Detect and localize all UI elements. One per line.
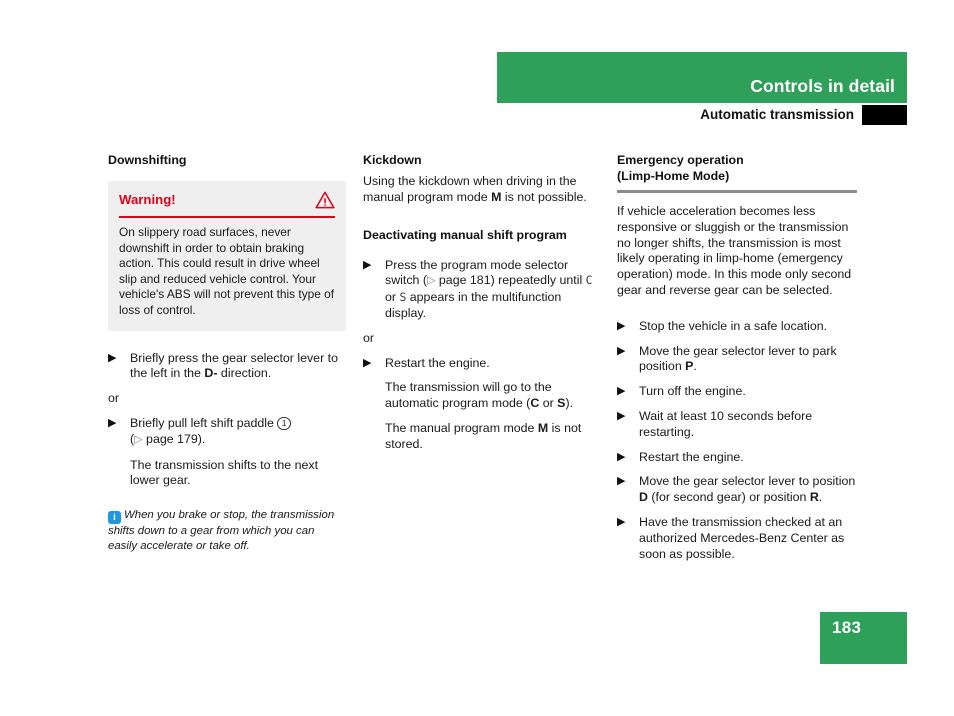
list-item: ▶ Have the transmission checked at an au… <box>617 515 857 562</box>
column-middle: Kickdown Using the kickdown when driving… <box>363 152 603 453</box>
text-fragment: direction. <box>217 366 272 381</box>
list-item-text: Wait at least 10 seconds before restarti… <box>639 408 813 439</box>
list-item: ▶ Turn off the engine. <box>617 384 857 400</box>
info-note-text: When you brake or stop, the transmission… <box>108 509 335 552</box>
bullet-triangle-icon: ▶ <box>617 450 626 463</box>
kickdown-paragraph: Using the kickdown when driving in the m… <box>363 174 603 206</box>
result-text: The transmission shifts to the next lowe… <box>130 457 319 488</box>
result-text: The transmission will go to the automati… <box>363 380 603 412</box>
warning-box: Warning! On slippery road surfaces, neve… <box>108 181 346 331</box>
text-fragment: Move the gear selector lever to position <box>639 474 856 489</box>
subsection-header: Automatic transmission <box>497 105 907 125</box>
display-glyph-c: C <box>585 273 593 288</box>
list-item-text: Move the gear selector lever to park pos… <box>639 344 837 374</box>
text-fragment: Briefly pull left shift paddle <box>130 415 278 430</box>
bullet-triangle-icon: ▶ <box>363 356 372 369</box>
page-reference-icon[interactable]: ▷ <box>427 274 435 290</box>
column-left: Downshifting Warning! On slippery road s… <box>108 152 346 553</box>
text-fragment: . <box>693 359 697 374</box>
column-right: Emergency operation (Limp-Home Mode) If … <box>617 152 857 562</box>
bullet-triangle-icon: ▶ <box>617 319 626 332</box>
info-icon: i <box>108 511 121 525</box>
result-text: The manual program mode M is not stored. <box>363 421 603 453</box>
heading-line-1: Emergency operation <box>617 153 744 167</box>
list-item-text: Press the program mode selector switch (… <box>385 258 593 320</box>
program-mode-label: M <box>491 189 502 204</box>
text-fragment: ). <box>565 396 574 411</box>
list-item-text: Stop the vehicle in a safe location. <box>639 318 828 333</box>
bullet-triangle-icon: ▶ <box>617 515 626 528</box>
heading-line-2: (Limp-Home Mode) <box>617 169 730 183</box>
text-fragment: . <box>818 490 823 505</box>
text-fragment: or <box>385 290 400 305</box>
list-item-text: Briefly pull left shift paddle 1 (▷ page … <box>130 416 291 446</box>
warning-text: On slippery road surfaces, never downshi… <box>119 225 335 317</box>
list-item: ▶ Restart the engine. <box>617 450 857 466</box>
text-fragment: The manual program mode <box>385 420 538 435</box>
program-mode-label: M <box>537 420 549 435</box>
list-item: ▶ Stop the vehicle in a safe location. <box>617 319 857 335</box>
list-item: ▶ Move the gear selector lever to park p… <box>617 344 857 376</box>
bullet-triangle-icon: ▶ <box>617 385 626 398</box>
bullet-triangle-icon: ▶ <box>108 351 117 364</box>
gear-position-label: R <box>809 490 819 505</box>
section-divider <box>617 190 857 193</box>
warning-triangle-icon <box>315 191 335 209</box>
list-item: ▶ Press the program mode selector switch… <box>363 258 603 322</box>
text-fragment: or <box>539 396 558 411</box>
list-item-text: Move the gear selector lever to position… <box>639 474 855 504</box>
text-fragment: is not possible. <box>501 189 587 204</box>
bullet-triangle-icon: ▶ <box>108 416 117 429</box>
bullet-triangle-icon: ▶ <box>617 475 626 488</box>
bullet-triangle-icon: ▶ <box>617 409 626 422</box>
subsection-title: Automatic transmission <box>700 107 854 122</box>
section-title: Controls in detail <box>750 76 895 96</box>
callout-number-badge: 1 <box>277 416 291 431</box>
page-reference-icon[interactable]: ▷ <box>134 432 142 448</box>
list-item: ▶ Briefly press the gear selector lever … <box>108 351 346 383</box>
or-separator: or <box>108 391 120 406</box>
page-number: 183 <box>832 618 862 637</box>
program-mode-label: C <box>530 396 540 411</box>
list-item-text: Turn off the engine. <box>639 384 746 399</box>
page-reference-text[interactable]: page 179). <box>143 432 205 446</box>
text-fragment: The transmission will go to the automati… <box>385 380 552 411</box>
page-footer-box: 183 <box>820 612 907 664</box>
list-item: ▶ Wait at least 10 seconds before restar… <box>617 409 857 441</box>
heading-emergency-operation: Emergency operation (Limp-Home Mode) <box>617 152 857 184</box>
list-item: ▶ Move the gear selector lever to positi… <box>617 474 857 506</box>
list-item: ▶ Briefly pull left shift paddle 1 (▷ pag… <box>108 416 346 449</box>
heading-downshifting: Downshifting <box>108 153 187 167</box>
list-item-text: Restart the engine. <box>639 449 744 464</box>
heading-deactivating-manual-shift-program: Deactivating manual shift program <box>363 227 567 242</box>
emergency-intro-paragraph: If vehicle acceleration becomes less res… <box>617 204 852 297</box>
info-note: i When you brake or stop, the transmissio… <box>108 508 346 553</box>
section-header-bar: Controls in detail <box>497 52 907 103</box>
gear-position-label: D- <box>204 366 218 381</box>
gear-position-label: D <box>639 490 648 505</box>
list-item-text: Briefly press the gear selector lever to… <box>130 351 338 381</box>
chapter-thumb-tab <box>862 105 907 125</box>
list-item-text: Have the transmission checked at an auth… <box>639 514 845 561</box>
heading-kickdown: Kickdown <box>363 153 422 167</box>
text-fragment: (for second gear) or position <box>647 490 810 505</box>
list-item: ▶ Restart the engine. <box>363 356 603 372</box>
bullet-triangle-icon: ▶ <box>363 258 372 271</box>
warning-header: Warning! <box>108 181 346 216</box>
page-reference-text[interactable]: page 181) repeatedly until <box>435 273 585 287</box>
bullet-triangle-icon: ▶ <box>617 344 626 357</box>
text-fragment: appears in the multifunction display. <box>385 290 562 320</box>
or-separator: or <box>363 330 375 345</box>
text-fragment: Move the gear selector lever to park pos… <box>639 343 837 374</box>
list-item-text: Restart the engine. <box>385 355 490 370</box>
warning-label: Warning! <box>119 192 176 207</box>
